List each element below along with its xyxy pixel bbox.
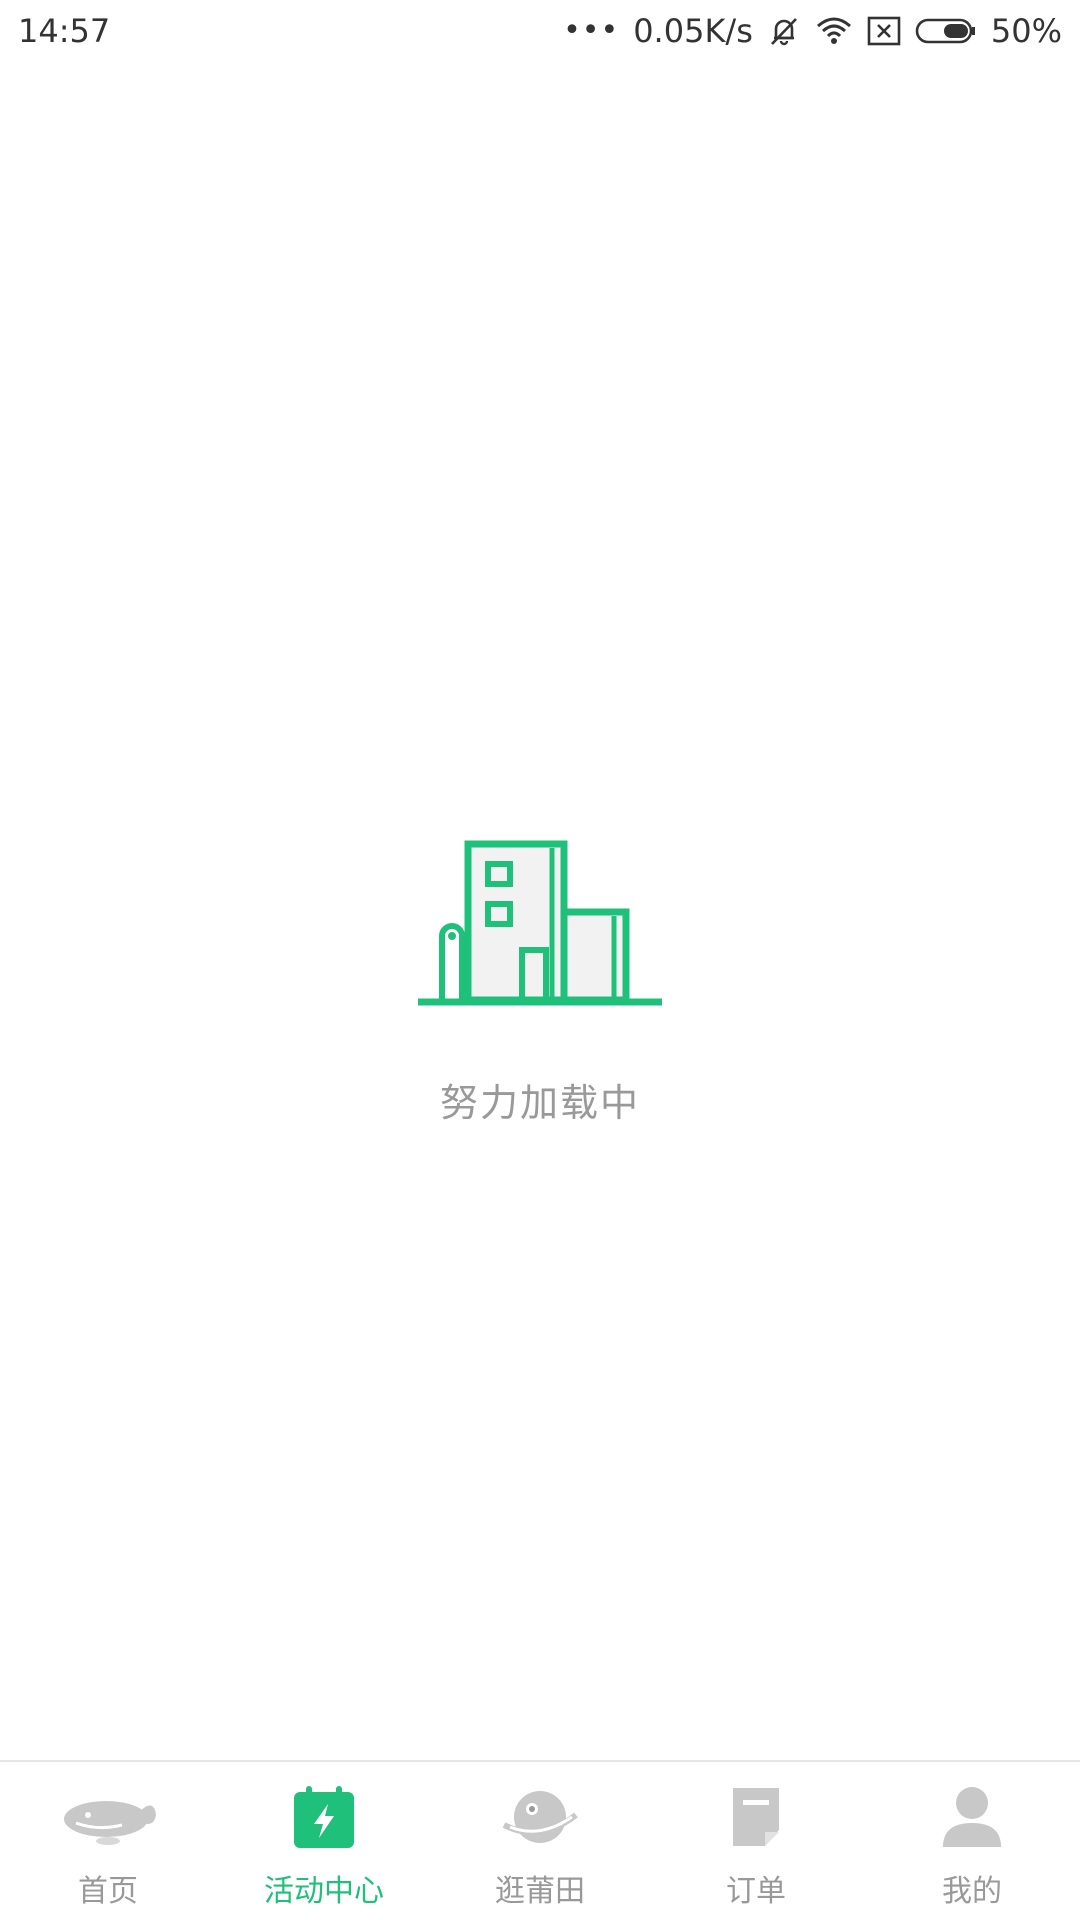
mute-icon [767,14,801,48]
tab-activity-center[interactable]: 活动中心 [216,1762,432,1920]
battery-percent: 50% [990,12,1062,50]
planet-face-icon [500,1782,580,1852]
wifi-icon [815,15,853,47]
screen: 14:57 ••• 0.05K/s 50% 努力加载中 首页 活动中心 逛莆田 … [0,0,1080,1920]
tab-mine[interactable]: 我的 [864,1762,1080,1920]
calendar-bolt-icon [292,1782,356,1852]
tab-home-label: 首页 [78,1874,138,1909]
tab-explore-putian-label: 逛莆田 [495,1874,585,1909]
loading-text: 努力加载中 [439,1081,640,1125]
tab-explore-putian[interactable]: 逛莆田 [432,1762,648,1920]
status-dots: ••• [563,13,620,48]
tab-orders-label: 订单 [726,1874,786,1909]
tab-activity-center-label: 活动中心 [264,1874,384,1909]
document-icon [729,1782,783,1852]
status-right: ••• 0.05K/s 50% [563,12,1062,50]
user-icon [941,1782,1003,1852]
loading-container: 努力加载中 [0,820,1080,1127]
battery-icon [915,17,977,45]
network-speed: 0.05K/s [633,12,753,50]
tab-home[interactable]: 首页 [0,1762,216,1920]
status-time: 14:57 [18,12,111,50]
whale-icon [58,1782,158,1852]
bottom-tab-bar: 首页 活动中心 逛莆田 订单 我的 [0,1760,1080,1920]
building-icon [418,820,662,1020]
tab-mine-label: 我的 [942,1874,1002,1909]
status-bar: 14:57 ••• 0.05K/s 50% [0,0,1080,62]
tab-orders[interactable]: 订单 [648,1762,864,1920]
sim-card-x-icon [867,16,901,46]
